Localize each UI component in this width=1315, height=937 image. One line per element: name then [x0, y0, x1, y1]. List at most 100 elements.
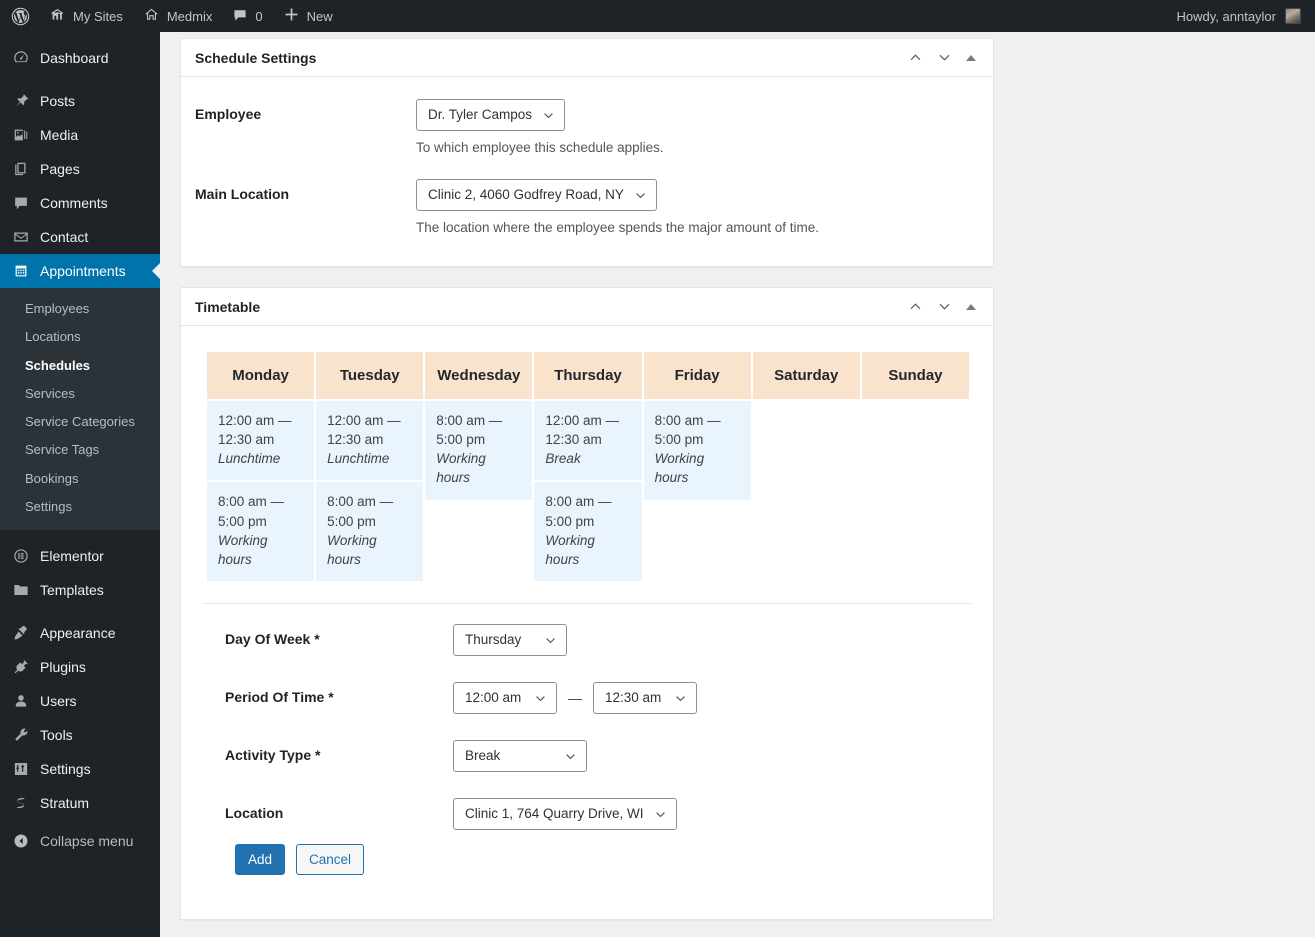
sidebar-item-label: Dashboard — [40, 49, 109, 66]
entry-time: 8:00 am — 5:00 pm — [545, 494, 612, 529]
timetable-entry[interactable]: 12:00 am — 12:30 am Lunchtime — [316, 401, 424, 481]
sidebar-item-label: Stratum — [40, 794, 90, 811]
site-name-menu[interactable]: Medmix — [133, 0, 223, 32]
period-range: 12:00 am — 12:30 am — [453, 682, 993, 715]
new-content-menu[interactable]: New — [273, 0, 343, 32]
sidebar-item-label: Posts — [40, 92, 76, 109]
sidebar-item-employees[interactable]: Employees — [0, 295, 160, 323]
day-header-thursday: Thursday — [534, 352, 642, 399]
plus-icon — [283, 6, 300, 26]
howdy-label: Howdy, anntaylor — [1176, 8, 1276, 24]
sidebar-item-settings[interactable]: Settings — [0, 752, 160, 786]
timetable-grid: Monday Tuesday Wednesday Thursday Friday… — [205, 350, 971, 585]
sidebar-item-tools[interactable]: Tools — [0, 718, 160, 752]
move-up-icon[interactable] — [908, 299, 923, 314]
admin-sidebar: Dashboard Posts Media Pages Comments Con… — [0, 32, 160, 937]
sidebar-item-comments[interactable]: Comments — [0, 186, 160, 220]
move-up-icon[interactable] — [908, 50, 923, 65]
timetable-entry[interactable]: 12:00 am — 12:30 am Break — [534, 401, 642, 481]
timetable-entry[interactable]: 12:00 am — 12:30 am Lunchtime — [207, 401, 315, 481]
timetable-entry[interactable]: 8:00 am — 5:00 pm Working hours — [316, 482, 424, 582]
media-icon — [11, 125, 31, 145]
cancel-button[interactable]: Cancel — [296, 844, 365, 876]
sidebar-item-stratum[interactable]: Stratum — [0, 786, 160, 820]
sidebar-gap-3 — [0, 607, 160, 616]
sidebar-item-bookings[interactable]: Bookings — [0, 465, 160, 493]
sidebar-item-dashboard[interactable]: Dashboard — [0, 41, 160, 75]
day-of-week-row: Day Of Week * Thursday — [215, 624, 993, 657]
wordpress-logo-icon — [11, 7, 30, 26]
main-location-description: The location where the employee spends t… — [416, 220, 819, 235]
entry-activity: Working hours — [545, 532, 595, 567]
day-column-sunday — [862, 401, 969, 583]
new-content-label: New — [306, 8, 333, 24]
sidebar-item-label: Appointments — [40, 262, 126, 279]
sidebar-item-service-tags[interactable]: Service Tags — [0, 436, 160, 464]
sidebar-item-elementor[interactable]: Elementor — [0, 539, 160, 573]
sidebar-item-locations[interactable]: Locations — [0, 323, 160, 351]
sites-icon — [49, 6, 66, 26]
toggle-panel-icon[interactable] — [966, 303, 976, 310]
employee-label: Employee — [195, 106, 262, 122]
pages-icon — [11, 159, 31, 179]
timetable-header: Timetable — [181, 288, 993, 326]
entry-form: Day Of Week * Thursday Period Of Time * — [205, 604, 993, 876]
account-menu[interactable]: Howdy, anntaylor — [1177, 8, 1315, 24]
period-of-time-label-text: Period Of Time — [225, 689, 325, 706]
move-down-icon[interactable] — [937, 50, 952, 65]
entry-time: 8:00 am — 5:00 pm — [218, 494, 285, 529]
activity-type-label-text: Activity Type — [225, 747, 312, 764]
sidebar-item-templates[interactable]: Templates — [0, 573, 160, 607]
schedule-settings-body: Employee Dr. Tyler Campos To which emplo… — [181, 77, 993, 235]
comments-menu[interactable]: 0 — [222, 0, 272, 32]
main-location-select[interactable]: Clinic 2, 4060 Godfrey Road, NY — [416, 179, 657, 211]
timetable-entry[interactable]: 8:00 am — 5:00 pm Working hours — [643, 401, 751, 500]
elementor-icon — [11, 546, 31, 566]
employee-select-value: Dr. Tyler Campos — [428, 107, 533, 123]
required-marker: * — [315, 747, 321, 764]
sidebar-item-users[interactable]: Users — [0, 684, 160, 718]
day-of-week-select[interactable]: Thursday — [453, 624, 567, 657]
timetable-entry[interactable]: 8:00 am — 5:00 pm Working hours — [425, 401, 533, 500]
activity-type-select[interactable]: Break — [453, 740, 587, 773]
employee-description: To which employee this schedule applies. — [416, 140, 664, 155]
sidebar-item-contact[interactable]: Contact — [0, 220, 160, 254]
sidebar-item-plugins[interactable]: Plugins — [0, 650, 160, 684]
my-sites-menu[interactable]: My Sites — [39, 0, 133, 32]
employee-select[interactable]: Dr. Tyler Campos — [416, 99, 566, 131]
location-select[interactable]: Clinic 1, 764 Quarry Drive, WI — [453, 798, 677, 831]
move-down-icon[interactable] — [937, 299, 952, 314]
toggle-panel-icon[interactable] — [966, 54, 976, 61]
panel-actions — [908, 50, 980, 65]
sidebar-item-pages[interactable]: Pages — [0, 152, 160, 186]
collapse-menu-button[interactable]: Collapse menu — [0, 824, 160, 858]
main-location-label: Main Location — [195, 186, 290, 202]
wordpress-logo-button[interactable] — [0, 0, 39, 32]
sidebar-gap-2 — [0, 530, 160, 539]
brush-icon — [11, 623, 31, 643]
sidebar-item-media[interactable]: Media — [0, 118, 160, 152]
period-end-value: 12:30 am — [605, 690, 662, 706]
day-header-saturday: Saturday — [752, 352, 860, 399]
entry-activity: Working hours — [654, 451, 705, 486]
period-end-select[interactable]: 12:30 am — [593, 682, 697, 715]
period-of-time-label: Period Of Time * — [225, 682, 453, 705]
main-location-field-row: Main Location Clinic 2, 4060 Godfrey Roa… — [181, 179, 993, 235]
add-button[interactable]: Add — [235, 844, 286, 876]
activity-type-value: Break — [465, 748, 501, 764]
period-start-select[interactable]: 12:00 am — [453, 682, 557, 715]
employee-field-row: Employee Dr. Tyler Campos To which emplo… — [181, 99, 993, 155]
sidebar-item-service-categories[interactable]: Service Categories — [0, 408, 160, 436]
timetable-entry[interactable]: 8:00 am — 5:00 pm Working hours — [534, 482, 642, 582]
sidebar-item-services[interactable]: Services — [0, 380, 160, 408]
sidebar-item-posts[interactable]: Posts — [0, 84, 160, 118]
home-icon — [143, 6, 160, 26]
timetable-entry[interactable]: 8:00 am — 5:00 pm Working hours — [207, 482, 315, 582]
sidebar-item-appointments[interactable]: Appointments — [0, 254, 160, 288]
sidebar-item-schedules[interactable]: Schedules — [0, 352, 160, 380]
plug-icon — [11, 657, 31, 677]
sidebar-item-appearance[interactable]: Appearance — [0, 616, 160, 650]
day-of-week-label: Day Of Week * — [225, 624, 453, 647]
sidebar-item-settings[interactable]: Settings — [0, 493, 160, 521]
entry-activity: Working hours — [327, 532, 377, 567]
